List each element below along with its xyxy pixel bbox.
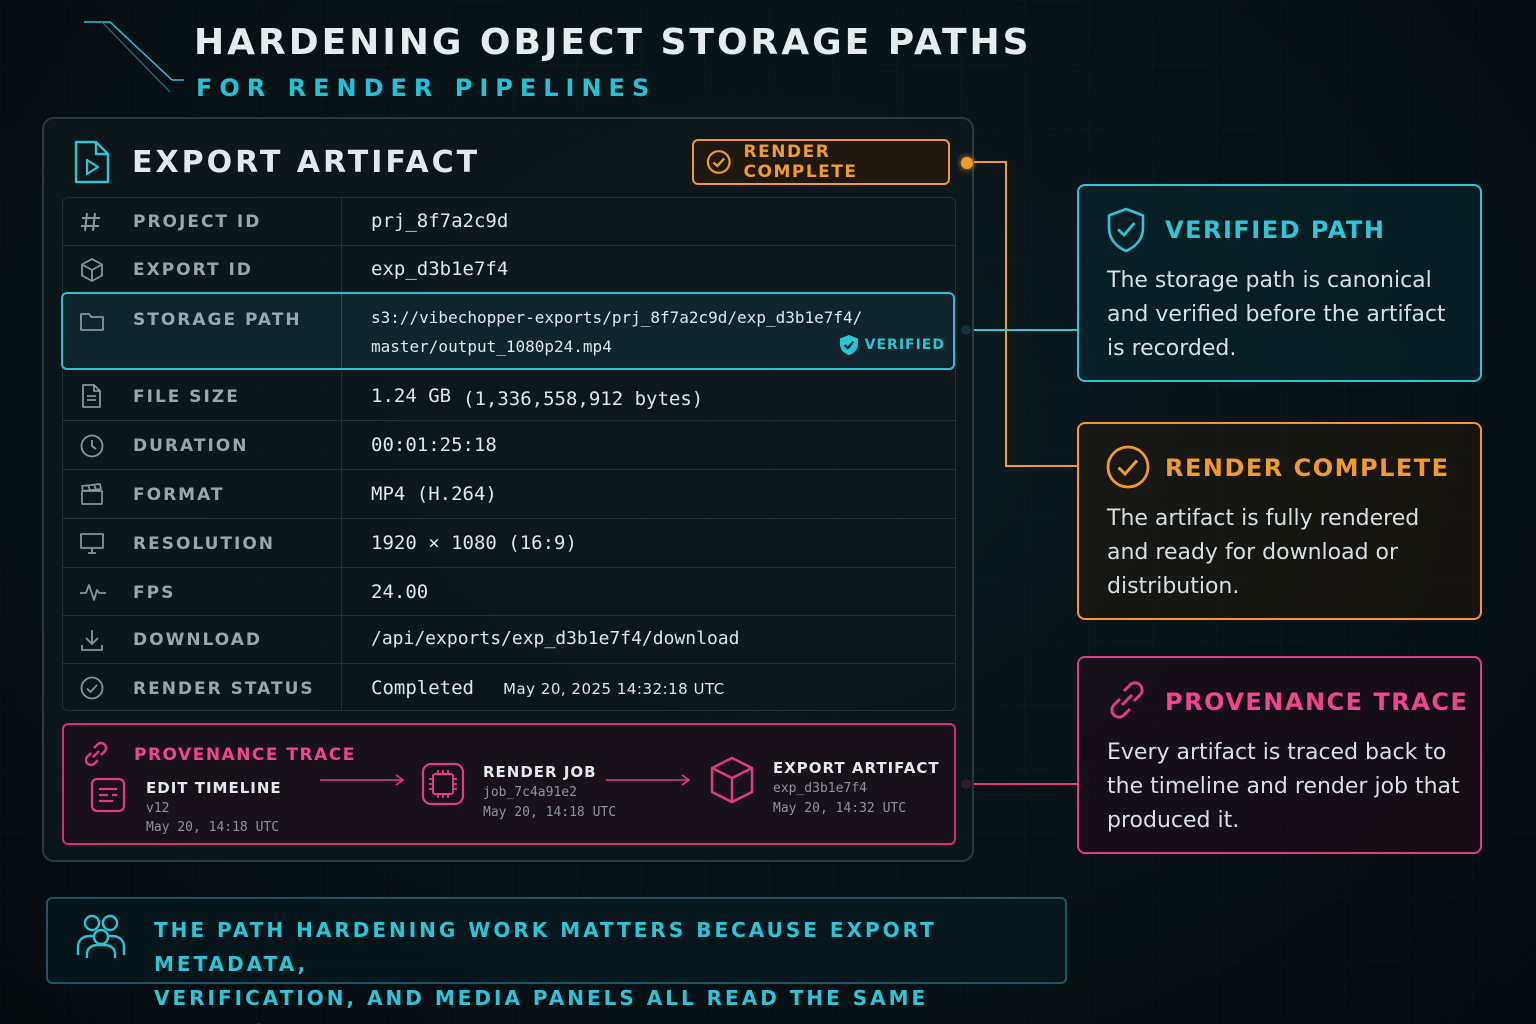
row-label: PROJECT ID [133,212,262,232]
render-status-value: Completed [371,677,474,699]
step-export-artifact-id: exp_d3b1e7f4 [773,781,867,796]
clock-icon [80,434,104,458]
cube-icon [81,258,103,282]
link-icon [1110,681,1144,719]
table-row-download: DOWNLOAD /api/exports/exp_d3b1e7f4/downl… [63,615,955,663]
row-label: EXPORT ID [133,260,253,280]
shield-check-icon [839,335,858,355]
storage-path-line-1[interactable]: s3://vibechopper-exports/prj_8f7a2c9d/ex… [371,308,862,327]
step-render-job-time: May 20, 14:18 UTC [483,805,617,820]
row-label: STORAGE PATH [133,310,302,330]
step-export-artifact-time: May 20, 14:32 UTC [773,801,907,816]
arrow-right-icon [606,774,691,786]
panel-title: EXPORT ARTIFACT [132,145,481,180]
shield-check-icon [1107,207,1145,253]
cube-icon [710,756,754,804]
row-label: RESOLUTION [133,534,276,554]
render-complete-label: RENDER COMPLETE [743,142,858,182]
table-row-resolution: RESOLUTION 1920 × 1080 (16:9) [63,518,955,567]
export-id-value: exp_d3b1e7f4 [371,258,509,280]
provenance-trace-card: PROVENANCE TRACE Every artifact is trace… [1077,656,1482,854]
download-link[interactable]: /api/exports/exp_d3b1e7f4/download [371,628,739,649]
page-subtitle: FOR RENDER PIPELINES [196,74,657,102]
table-row-render-status: RENDER STATUS Completed May 20, 2025 14:… [63,663,955,711]
footer-line-1: THE PATH HARDENING WORK MATTERS BECAUSE … [154,918,937,976]
provenance-trace-body: Every artifact is traced back to the tim… [1107,740,1460,833]
title-decoration [84,21,184,93]
row-label: FILE SIZE [133,387,240,407]
step-edit-timeline-title: EDIT TIMELINE [146,779,282,797]
check-circle-icon [1106,445,1150,489]
step-render-job-title: RENDER JOB [483,763,597,781]
row-label: FPS [133,583,176,603]
row-label: RENDER STATUS [133,679,315,699]
table-row-storage-path: STORAGE PATH s3://vibechopper-exports/pr… [61,292,955,370]
verified-path-body: The storage path is canonical and verifi… [1107,268,1446,361]
metadata-table: PROJECT ID prj_8f7a2c9d EXPORT ID exp_d3… [61,197,956,711]
table-row-format: FORMAT MP4 (H.264) [63,469,955,518]
fps-value: 24.00 [371,581,429,603]
file-size-bytes: (1,336,558,912 bytes) [463,388,704,410]
badge-connector-dot [961,157,973,169]
render-complete-title: RENDER COMPLETE [1165,454,1450,482]
arrow-right-icon [320,774,405,786]
export-artifact-panel: EXPORT ARTIFACT RENDER COMPLETE PROJECT … [42,117,974,862]
step-render-job-id: job_7c4a91e2 [483,785,577,800]
provenance-title: PROVENANCE TRACE [134,745,356,765]
project-id-value: prj_8f7a2c9d [371,210,509,232]
footer-note: THE PATH HARDENING WORK MATTERS BECAUSE … [46,897,1067,1024]
duration-value: 00:01:25:18 [371,434,497,456]
timeline-icon [90,777,126,813]
format-value: MP4 (H.264) [371,483,497,505]
users-icon [76,914,126,958]
verified-label: VERIFIED [864,337,945,353]
file-play-icon [74,140,110,184]
render-complete-body: The artifact is fully rendered and ready… [1107,506,1420,599]
table-row-duration: DURATION 00:01:25:18 [63,420,955,469]
step-export-artifact-title: EXPORT ARTIFACT [773,759,940,777]
resolution-value: 1920 × 1080 (16:9) [371,532,577,554]
table-row-project-id: PROJECT ID prj_8f7a2c9d [63,198,955,245]
chip-icon [421,762,465,806]
table-row-export-id: EXPORT ID exp_d3b1e7f4 [63,245,955,292]
link-icon [84,741,108,767]
page-title: HARDENING OBJECT STORAGE PATHS [194,22,1032,63]
monitor-icon [80,533,104,554]
download-icon [81,630,103,651]
hash-icon [81,212,100,232]
footer-line-2: VERIFICATION, AND MEDIA PANELS ALL READ … [154,986,929,1024]
row-label: DOWNLOAD [133,630,263,650]
render-status-timestamp: May 20, 2025 14:32:18 UTC [503,680,725,698]
render-complete-card: RENDER COMPLETE The artifact is fully re… [1077,422,1482,620]
pulse-icon [80,584,106,601]
storage-path-line-2[interactable]: master/output_1080p24.mp4 [371,337,612,356]
verified-path-card: VERIFIED PATH The storage path is canoni… [1077,184,1482,382]
file-size-value: 1.24 GB [371,385,452,407]
check-circle-icon [80,676,104,700]
row-label: DURATION [133,436,249,456]
folder-icon [80,313,104,331]
render-complete-badge: RENDER COMPLETE [692,139,950,185]
check-circle-icon [706,150,731,174]
verified-tag: VERIFIED [839,334,945,356]
clapperboard-icon [81,483,103,505]
table-row-file-size: FILE SIZE 1.24 GB (1,336,558,912 bytes) [63,372,955,420]
step-edit-timeline-version: v12 [146,801,170,816]
file-icon [82,384,101,408]
provenance-trace-box: PROVENANCE TRACE EDIT TIMELINE v12 May 2… [62,723,956,845]
footer-text: THE PATH HARDENING WORK MATTERS BECAUSE … [154,913,1054,1024]
row-label: FORMAT [133,485,225,505]
verified-path-title: VERIFIED PATH [1165,216,1386,244]
table-row-fps: FPS 24.00 [63,567,955,615]
step-edit-timeline-time: May 20, 14:18 UTC [146,820,280,835]
provenance-trace-title: PROVENANCE TRACE [1165,688,1469,716]
